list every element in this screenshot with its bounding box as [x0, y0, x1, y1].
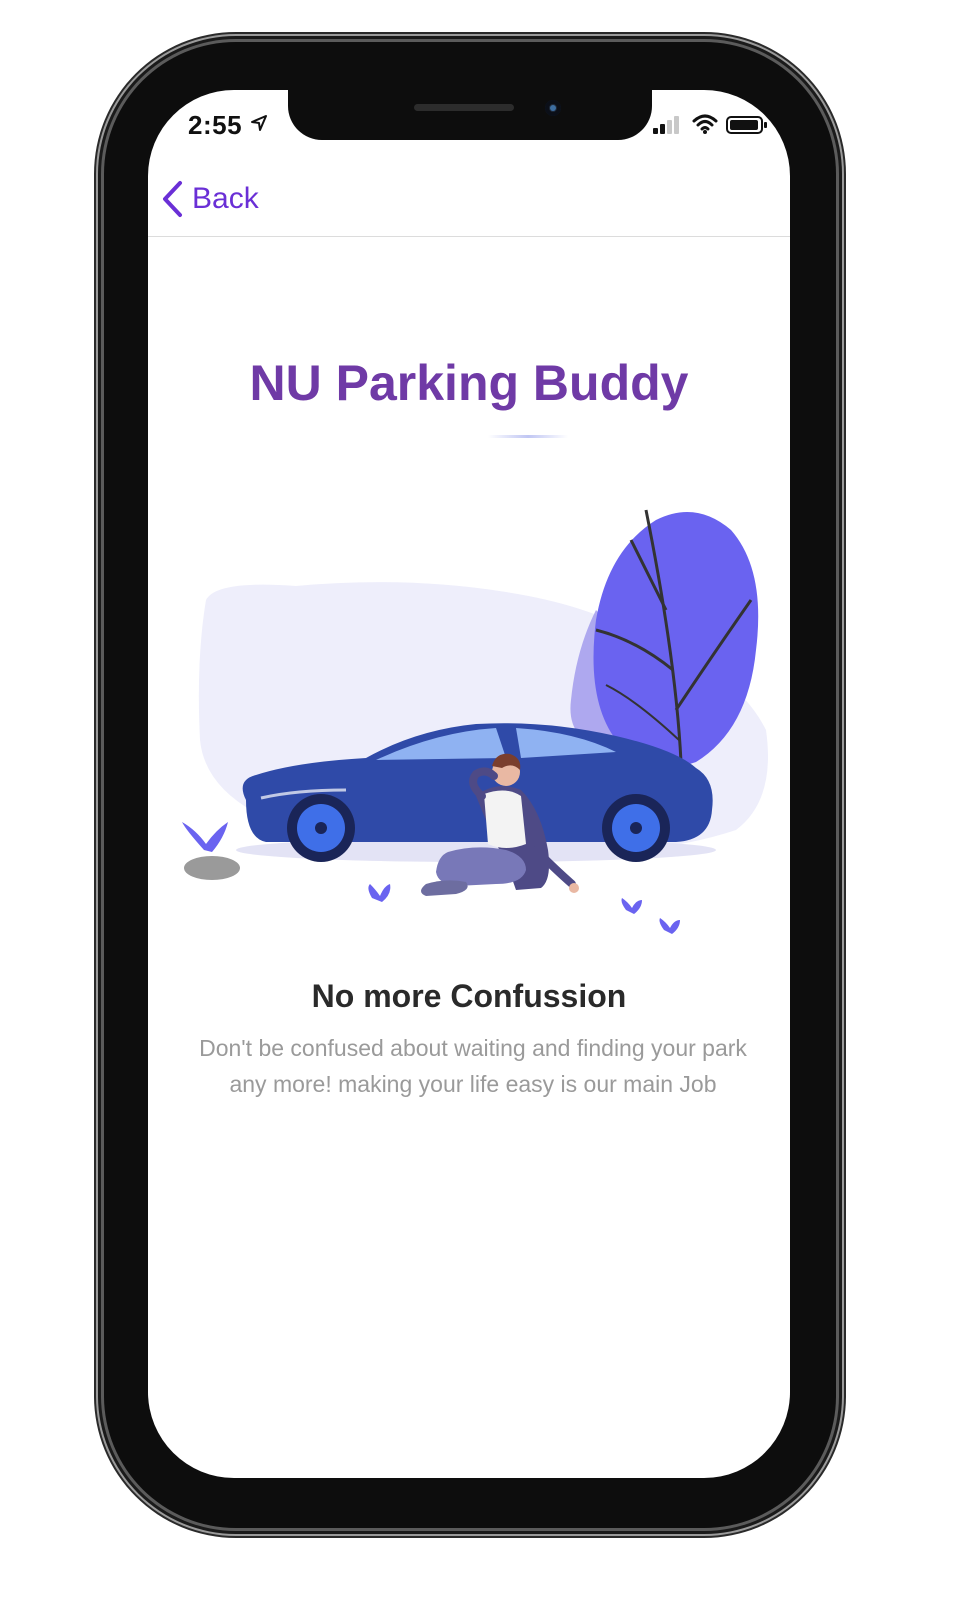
plant-left [182, 822, 228, 852]
rock [184, 856, 240, 880]
cellular-signal-icon [653, 116, 679, 134]
back-label: Back [192, 182, 259, 215]
description: Don't be confused about waiting and find… [199, 1035, 747, 1097]
plant-small-2 [621, 898, 642, 914]
headline: No more Confussion [311, 978, 627, 1014]
plant-small-1 [368, 884, 391, 902]
battery-icon [726, 116, 767, 134]
front-camera [545, 100, 561, 116]
car-illustration [182, 509, 768, 934]
wifi-icon [692, 114, 718, 134]
status-time: 2:55 [188, 110, 243, 140]
plant-small-3 [659, 918, 680, 934]
app-title: NU Parking Buddy [249, 355, 689, 411]
home-indicator-area [148, 1430, 790, 1478]
title-underline [488, 435, 568, 438]
chevron-left-icon [163, 181, 182, 217]
notch [288, 90, 652, 140]
back-button[interactable]: Back [160, 180, 259, 218]
app-screenshot: 2:55 Back NU Parking Buddy No more Confu… [0, 0, 959, 1600]
location-arrow-icon [251, 115, 267, 131]
earpiece-speaker [414, 104, 514, 111]
